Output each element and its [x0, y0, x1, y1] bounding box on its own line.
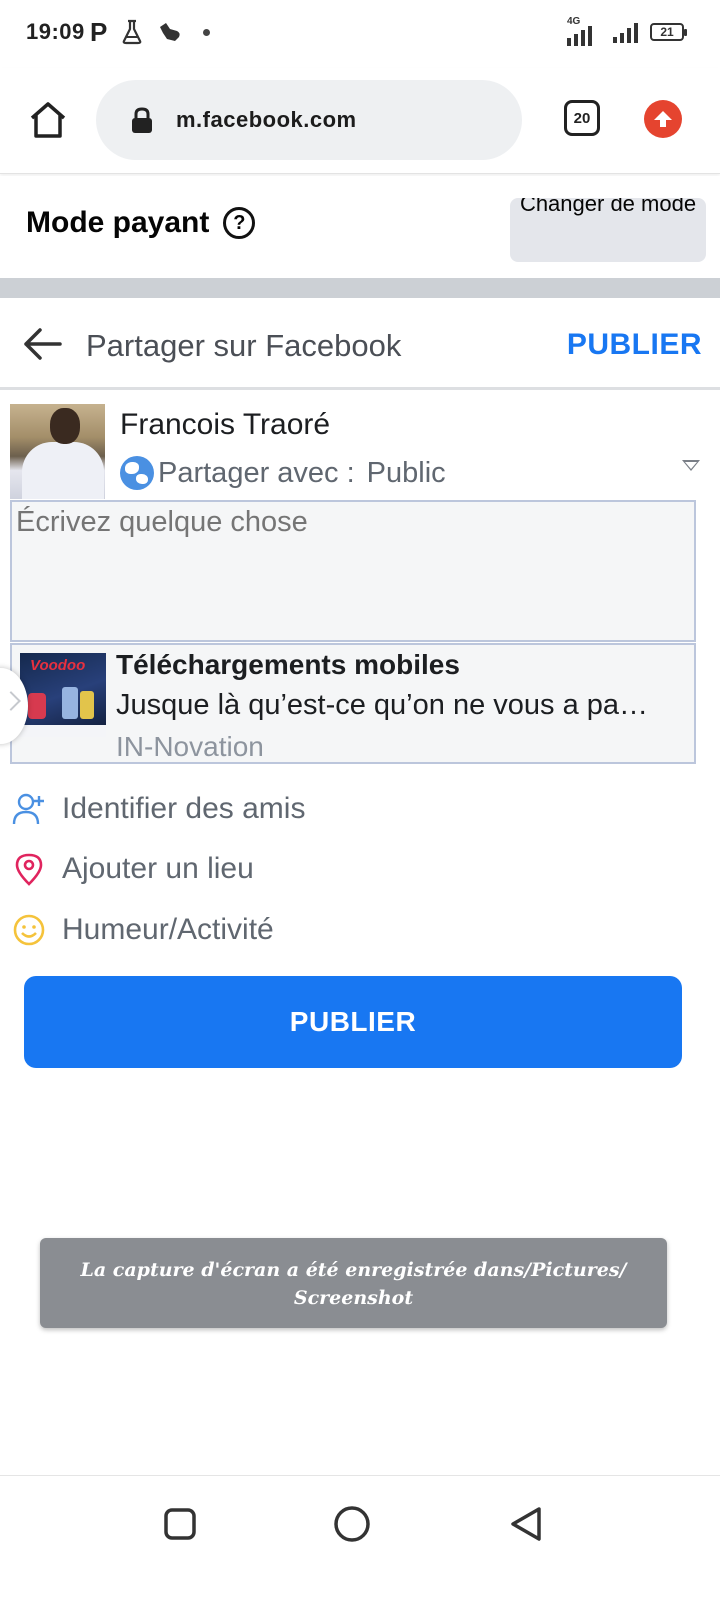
signal-4g-icon: 4G: [567, 16, 601, 46]
more-notifications-dot-icon: [203, 28, 211, 36]
signal-bars-icon: [613, 21, 638, 43]
home-icon[interactable]: [28, 100, 68, 140]
status-time: 19:09: [26, 19, 85, 44]
chevron-right-icon: [1, 691, 21, 711]
system-navigation-bar: [0, 1475, 720, 1600]
flask-icon: [123, 19, 142, 45]
link-description: Jusque là qu’est-ce qu’on ne vous a pa…: [116, 689, 649, 721]
audience-label: Partager avec :: [158, 456, 355, 489]
back-triangle-icon[interactable]: [506, 1504, 546, 1544]
publish-button-label: PUBLIER: [289, 1006, 417, 1037]
help-icon[interactable]: ?: [223, 207, 256, 239]
audience-value: Public: [366, 456, 446, 489]
link-title: Téléchargements mobiles: [116, 649, 460, 680]
arrow-up-icon: [654, 111, 672, 127]
share-header: Partager sur Facebook PUBLIER: [0, 298, 720, 390]
add-location-option[interactable]: Ajouter un lieu: [12, 846, 612, 892]
mode-title-text: Mode payant: [26, 206, 210, 239]
status-system-icons: 4G 21: [567, 16, 687, 48]
data-mode-bar: Mode payant ? Changer de mode: [0, 176, 720, 276]
link-thumbnail: Voodoo: [20, 653, 106, 737]
update-button[interactable]: [644, 100, 682, 138]
battery-icon: 21: [650, 23, 687, 41]
tab-switcher-button[interactable]: 20: [564, 100, 600, 136]
tag-friends-label: Identifier des amis: [62, 792, 306, 825]
status-bar: 19:09 P 4G 21: [0, 0, 720, 64]
section-divider: [0, 278, 720, 298]
change-mode-button[interactable]: Changer de mode: [510, 198, 706, 262]
recent-apps-icon[interactable]: [160, 1504, 200, 1544]
status-notification-icons: P: [90, 16, 211, 48]
home-circle-icon[interactable]: [332, 1504, 372, 1544]
battery-level: 21: [660, 25, 674, 39]
globe-icon: [120, 456, 154, 490]
thumbnail-title: Voodoo: [30, 657, 86, 674]
change-mode-label: Changer de mode: [519, 198, 697, 216]
hand-icon: [160, 23, 181, 41]
tag-friends-option[interactable]: Identifier des amis: [12, 786, 612, 832]
mode-title: Mode payant ?: [26, 206, 256, 240]
smiley-icon: [13, 914, 45, 946]
toast-line-1: La capture d'écran a été enregistrée dan…: [80, 1259, 627, 1281]
back-arrow-icon[interactable]: [22, 326, 62, 362]
p-notification-icon: P: [90, 16, 108, 47]
add-location-label: Ajouter un lieu: [62, 852, 254, 885]
composer-user-row: Francois Traoré Partager avec : Public: [10, 404, 710, 504]
chevron-down-icon[interactable]: [682, 460, 700, 471]
tab-count: 20: [573, 109, 591, 127]
toast-line-2: Screenshot: [293, 1287, 414, 1309]
url-text: m.facebook.com: [176, 107, 357, 132]
audience-selector[interactable]: Partager avec : Public: [120, 456, 446, 490]
feeling-activity-label: Humeur/Activité: [62, 913, 274, 946]
lock-icon: [132, 107, 152, 133]
avatar: [10, 404, 105, 499]
browser-toolbar: m.facebook.com 20: [0, 68, 720, 174]
publish-button[interactable]: PUBLIER: [24, 976, 682, 1068]
page-title: Partager sur Facebook: [86, 328, 402, 363]
user-name: Francois Traoré: [120, 408, 331, 441]
feeling-activity-option[interactable]: Humeur/Activité: [12, 907, 612, 953]
add-friend-icon: [12, 793, 44, 825]
location-pin-icon: [15, 853, 43, 886]
screenshot-toast: La capture d'écran a été enregistrée dan…: [40, 1238, 667, 1328]
link-preview-card[interactable]: Voodoo Téléchargements mobiles Jusque là…: [10, 643, 696, 764]
link-source: IN-Novation: [116, 731, 264, 762]
publish-link[interactable]: PUBLIER: [567, 328, 702, 362]
post-text-input[interactable]: [10, 500, 696, 642]
address-bar[interactable]: m.facebook.com: [96, 80, 522, 160]
